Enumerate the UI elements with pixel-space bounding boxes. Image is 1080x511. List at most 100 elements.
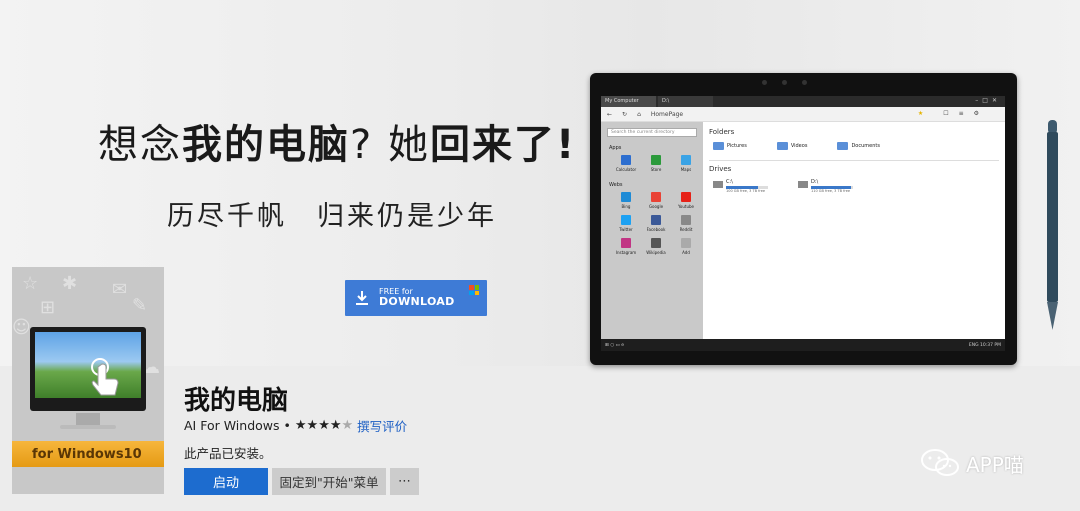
- webs-tile-label: Instagram: [615, 250, 637, 255]
- bing-icon: [621, 192, 631, 202]
- webs-tile-youtube[interactable]: Youtube: [673, 192, 699, 209]
- folder-icon: [776, 142, 788, 150]
- app-title: 我的电脑: [184, 386, 289, 416]
- webs-tile-bing[interactable]: Bing: [613, 192, 639, 209]
- windows-logo-icon: [469, 285, 479, 295]
- hero-title: 想念我的电脑? 她回来了!: [98, 122, 577, 168]
- write-review-link[interactable]: 撰写评价: [357, 416, 407, 435]
- reddit-icon: [681, 215, 691, 225]
- facebook-icon: [651, 215, 661, 225]
- webs-tile-instagram[interactable]: Instagram: [613, 238, 639, 255]
- windows-icon: ⊞: [40, 297, 56, 318]
- tablet-screen: My Computer D:\ –□✕ ← ↻ ⌂ HomePage ★ ☐≡⚙ …: [601, 96, 1005, 351]
- wikipedia-icon: [651, 238, 661, 248]
- google-icon: [651, 192, 661, 202]
- wechat-icon: [921, 449, 959, 476]
- star-icon: ★: [294, 418, 307, 433]
- folder-pictures[interactable]: Pictures: [713, 142, 747, 150]
- webs-tile-reddit[interactable]: Reddit: [673, 215, 699, 232]
- publisher-link[interactable]: AI For Windows: [184, 418, 280, 433]
- folder-icon: [713, 142, 724, 150]
- launch-button[interactable]: 启动: [184, 468, 268, 495]
- nav-bar: ← ↻ ⌂ HomePage ★ ☐≡⚙: [601, 107, 1005, 122]
- webs-tile-label: Add: [682, 250, 690, 255]
- window-controls[interactable]: –□✕: [975, 97, 1001, 104]
- drives-row: C:\ 100 GB free, 3 TB free D:\ 110 GB free,…: [709, 179, 999, 193]
- webs-tile-google[interactable]: Google: [643, 192, 669, 209]
- folder-videos[interactable]: Videos: [776, 142, 807, 150]
- pin-to-start-button[interactable]: 固定到"开始"菜单: [272, 468, 386, 495]
- webs-tile-label: Reddit: [679, 227, 693, 232]
- hero-subtitle: 历尽千帆 归来仍是少年: [167, 201, 497, 232]
- drive-icon: [713, 181, 723, 188]
- free-download-button[interactable]: FREE for DOWNLOAD: [345, 280, 487, 316]
- add-icon: [681, 238, 691, 248]
- webs-tile-label: Facebook: [646, 227, 666, 232]
- back-icon[interactable]: ←: [607, 111, 612, 118]
- drive-item[interactable]: C:\ 100 GB free, 3 TB free: [713, 179, 768, 193]
- calculator-icon: [621, 155, 631, 165]
- webs-tile-facebook[interactable]: Facebook: [643, 215, 669, 232]
- tab-drive-d[interactable]: D:\: [658, 96, 713, 107]
- app-meta: AI For Windows • ★★★★★ 撰写评价: [184, 416, 408, 435]
- apps-tile-store[interactable]: Store: [643, 155, 669, 172]
- mail-icon: ✉: [112, 279, 128, 300]
- star-icon: ★: [341, 418, 354, 433]
- tab-my-computer[interactable]: My Computer: [601, 96, 656, 107]
- main-pane: Folders Pictures Videos Documents Drives C…: [703, 122, 1005, 339]
- folder-documents[interactable]: Documents: [837, 142, 880, 150]
- apps-tile-calculator[interactable]: Calculator: [613, 155, 639, 172]
- window-tabs: My Computer D:\ –□✕: [601, 96, 1005, 107]
- folder-icon: [837, 142, 849, 150]
- download-icon: [345, 280, 379, 316]
- settings-icon: ✱: [62, 273, 78, 294]
- apps-grid: Calculator Store Maps: [607, 155, 697, 172]
- maps-icon: [681, 155, 691, 165]
- webs-grid: Bing Google Youtube Twitter Facebook Reddit In…: [607, 192, 697, 255]
- apps-tile-label: Store: [650, 167, 662, 172]
- camera-icon: [782, 80, 787, 85]
- tablet-device: My Computer D:\ –□✕ ← ↻ ⌂ HomePage ★ ☐≡⚙ …: [590, 73, 1017, 365]
- sidebar: Search the current directory Apps Calcul…: [601, 122, 703, 339]
- hand-pointer-icon: [91, 358, 119, 396]
- apps-tile-label: Maps: [680, 167, 692, 172]
- windows10-banner: for Windows10: [12, 441, 164, 467]
- webs-tile-label: Youtube: [678, 204, 694, 209]
- drive-item[interactable]: D:\ 110 GB free, 3 TB free: [798, 179, 853, 193]
- camera-icon: [802, 80, 807, 85]
- twitter-icon: [621, 215, 631, 225]
- star-icon: ★: [329, 418, 342, 433]
- watermark: APP喵: [920, 448, 1024, 478]
- webs-tile-twitter[interactable]: Twitter: [613, 215, 639, 232]
- app-tile-image: ☆ ✱ ✉ ⊞ ✎ ☺ ☁ for Windows10: [12, 267, 164, 494]
- refresh-icon[interactable]: ↻: [622, 111, 627, 118]
- webs-tile-add[interactable]: Add: [673, 238, 699, 255]
- more-options-button[interactable]: ⋯: [390, 468, 419, 495]
- apps-tile-label: Calculator: [615, 167, 637, 172]
- webs-tile-label: Google: [648, 204, 664, 209]
- camera-icon: [762, 80, 767, 85]
- installed-status: 此产品已安装。: [184, 446, 272, 461]
- search-input[interactable]: Search the current directory: [607, 128, 697, 137]
- taskbar: ⊞ ○ ▭ e ENG 10:37 PM: [601, 339, 1005, 351]
- apps-tile-maps[interactable]: Maps: [673, 155, 699, 172]
- star-icon: ☆: [22, 273, 39, 294]
- homepage-label: HomePage: [650, 110, 684, 118]
- instagram-icon: [621, 238, 631, 248]
- toolbar-icons[interactable]: ★ ☐≡⚙: [918, 110, 989, 117]
- drive-icon: [798, 181, 808, 188]
- folders-row: Pictures Videos Documents: [709, 142, 999, 150]
- webs-tile-wikipedia[interactable]: Wikipedia: [643, 238, 669, 255]
- webs-tile-label: Twitter: [619, 227, 633, 232]
- star-icon: ★: [917, 110, 934, 117]
- star-icon: ★: [318, 418, 330, 433]
- start-icon[interactable]: ⊞ ○ ▭ e: [605, 343, 624, 348]
- rating-stars: ★★★★★: [295, 418, 353, 433]
- home-icon[interactable]: ⌂: [637, 111, 641, 118]
- youtube-icon: [681, 192, 691, 202]
- webs-tile-label: Bing: [621, 204, 631, 209]
- chat-icon: ☺: [12, 317, 31, 338]
- taskbar-clock: ENG 10:37 PM: [968, 342, 1001, 348]
- star-icon: ★: [306, 418, 319, 433]
- monitor-icon: [30, 327, 146, 411]
